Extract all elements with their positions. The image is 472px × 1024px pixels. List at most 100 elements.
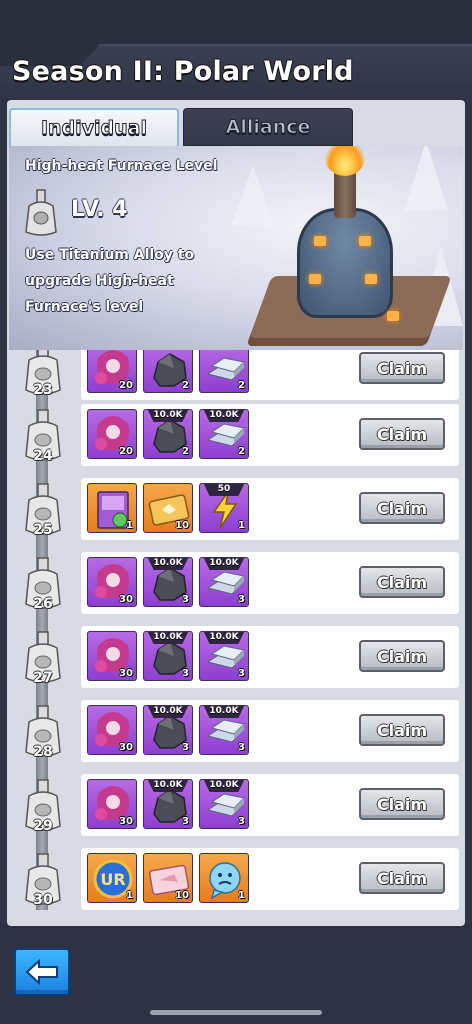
furnace-level-icon bbox=[25, 189, 57, 236]
level-marker: 23 bbox=[23, 350, 63, 398]
reward-item[interactable]: 10.0K 3 bbox=[143, 631, 193, 681]
reward-count: 3 bbox=[182, 668, 189, 679]
reward-count: 20 bbox=[119, 446, 133, 457]
reward-count: 30 bbox=[119, 816, 133, 827]
reward-count: 3 bbox=[238, 742, 245, 753]
svg-text:UR: UR bbox=[100, 870, 125, 889]
back-arrow-icon bbox=[25, 959, 58, 985]
reward-count: 30 bbox=[119, 594, 133, 605]
reward-item[interactable]: 10.0K 3 bbox=[143, 779, 193, 829]
reward-item[interactable]: UR 1 bbox=[87, 853, 137, 903]
reward-row: 30 10.0K 3 10.0K 3 Claim bbox=[81, 700, 459, 762]
tab-individual[interactable]: Individual bbox=[9, 108, 179, 146]
reward-count: 1 bbox=[238, 520, 245, 531]
reward-count: 3 bbox=[238, 816, 245, 827]
furnace-window bbox=[359, 236, 371, 246]
flame-icon bbox=[325, 146, 365, 176]
level-marker: 26 bbox=[23, 556, 63, 612]
reward-count: 2 bbox=[238, 446, 245, 457]
banner-label: High-heat Furnace Level bbox=[25, 158, 218, 174]
reward-item[interactable]: 10 bbox=[143, 483, 193, 533]
reward-row: UR 1 10 1 Claim bbox=[81, 848, 459, 910]
level-marker: 27 bbox=[23, 630, 63, 686]
level-number: 23 bbox=[33, 382, 53, 398]
claim-button[interactable]: Claim bbox=[359, 714, 445, 746]
furnace-window bbox=[314, 236, 326, 246]
reward-item[interactable]: 2 bbox=[143, 350, 193, 393]
home-indicator bbox=[150, 1010, 322, 1015]
reward-item[interactable]: 20 bbox=[87, 350, 137, 393]
reward-item[interactable]: 20 bbox=[87, 409, 137, 459]
reward-item[interactable]: 10.0K 3 bbox=[199, 631, 249, 681]
reward-item[interactable]: 10.0K 2 bbox=[143, 409, 193, 459]
reward-count: 30 bbox=[119, 668, 133, 679]
level-number: 29 bbox=[33, 818, 53, 834]
reward-item[interactable]: 50 1 bbox=[199, 483, 249, 533]
level-number: 27 bbox=[33, 670, 53, 686]
level-marker: 29 bbox=[23, 778, 63, 834]
reward-count: 3 bbox=[182, 742, 189, 753]
tab-alliance-label: Alliance bbox=[225, 116, 311, 139]
furnace-window bbox=[387, 311, 399, 321]
reward-count: 10 bbox=[175, 520, 189, 531]
claim-button[interactable]: Claim bbox=[359, 862, 445, 894]
reward-item[interactable]: 10.0K 3 bbox=[199, 705, 249, 755]
reward-list[interactable]: 23 20 2 2 Claim 24 20 10.0K 2 10.0K 2 Claim 25 1 10 50 1… bbox=[9, 350, 463, 922]
reward-count: 20 bbox=[119, 380, 133, 391]
reward-item[interactable]: 30 bbox=[87, 557, 137, 607]
level-number: 25 bbox=[33, 522, 53, 538]
reward-count: 2 bbox=[182, 380, 189, 391]
claim-button[interactable]: Claim bbox=[359, 566, 445, 598]
reward-count: 3 bbox=[238, 668, 245, 679]
event-screen: Season II: Polar World Individual Allian… bbox=[0, 0, 472, 1024]
reward-item[interactable]: 10.0K 3 bbox=[199, 557, 249, 607]
banner-description: Use Titanium Alloy to upgrade High-heat … bbox=[25, 247, 195, 315]
level-marker: 30 bbox=[23, 852, 63, 908]
reward-count: 1 bbox=[238, 890, 245, 901]
tab-individual-label: Individual bbox=[40, 117, 148, 140]
level-number: 26 bbox=[33, 596, 53, 612]
reward-count: 3 bbox=[238, 594, 245, 605]
reward-item[interactable]: 30 bbox=[87, 705, 137, 755]
reward-row: 30 10.0K 3 10.0K 3 Claim bbox=[81, 552, 459, 614]
furnace-window bbox=[365, 274, 377, 284]
reward-item[interactable]: 30 bbox=[87, 631, 137, 681]
status-bar bbox=[0, 0, 472, 44]
claim-button[interactable]: Claim bbox=[359, 492, 445, 524]
claim-button[interactable]: Claim bbox=[359, 640, 445, 672]
reward-count: 1 bbox=[126, 890, 133, 901]
level-number: 24 bbox=[33, 448, 53, 464]
reward-row: 1 10 50 1 Claim bbox=[81, 478, 459, 540]
reward-item[interactable]: 1 bbox=[199, 853, 249, 903]
snow-tree-icon bbox=[231, 166, 275, 226]
claim-button[interactable]: Claim bbox=[359, 788, 445, 820]
reward-count: 2 bbox=[182, 446, 189, 457]
back-button[interactable] bbox=[14, 948, 70, 996]
level-number: 30 bbox=[33, 892, 53, 908]
snow-tree-icon bbox=[404, 146, 448, 211]
reward-item[interactable]: 1 bbox=[87, 483, 137, 533]
reward-item[interactable]: 10 bbox=[143, 853, 193, 903]
reward-item[interactable]: 30 bbox=[87, 779, 137, 829]
reward-item[interactable]: 2 bbox=[199, 350, 249, 393]
reward-count: 30 bbox=[119, 742, 133, 753]
reward-count: 3 bbox=[182, 816, 189, 827]
reward-count: 1 bbox=[126, 520, 133, 531]
tab-alliance[interactable]: Alliance bbox=[183, 108, 353, 146]
reward-row: 30 10.0K 3 10.0K 3 Claim bbox=[81, 774, 459, 836]
reward-item[interactable]: 10.0K 3 bbox=[143, 705, 193, 755]
furnace-level: LV. 4 bbox=[71, 197, 128, 222]
level-number: 28 bbox=[33, 744, 53, 760]
claim-button[interactable]: Claim bbox=[359, 418, 445, 450]
reward-item[interactable]: 10.0K 3 bbox=[199, 779, 249, 829]
furnace-window bbox=[309, 274, 321, 284]
level-marker: 28 bbox=[23, 704, 63, 760]
reward-row: 20 2 2 Claim bbox=[81, 350, 459, 400]
reward-count: 3 bbox=[182, 594, 189, 605]
reward-row: 30 10.0K 3 10.0K 3 Claim bbox=[81, 626, 459, 688]
reward-count: 2 bbox=[238, 380, 245, 391]
reward-row: 20 10.0K 2 10.0K 2 Claim bbox=[81, 404, 459, 466]
claim-button[interactable]: Claim bbox=[359, 352, 445, 384]
reward-item[interactable]: 10.0K 2 bbox=[199, 409, 249, 459]
reward-item[interactable]: 10.0K 3 bbox=[143, 557, 193, 607]
